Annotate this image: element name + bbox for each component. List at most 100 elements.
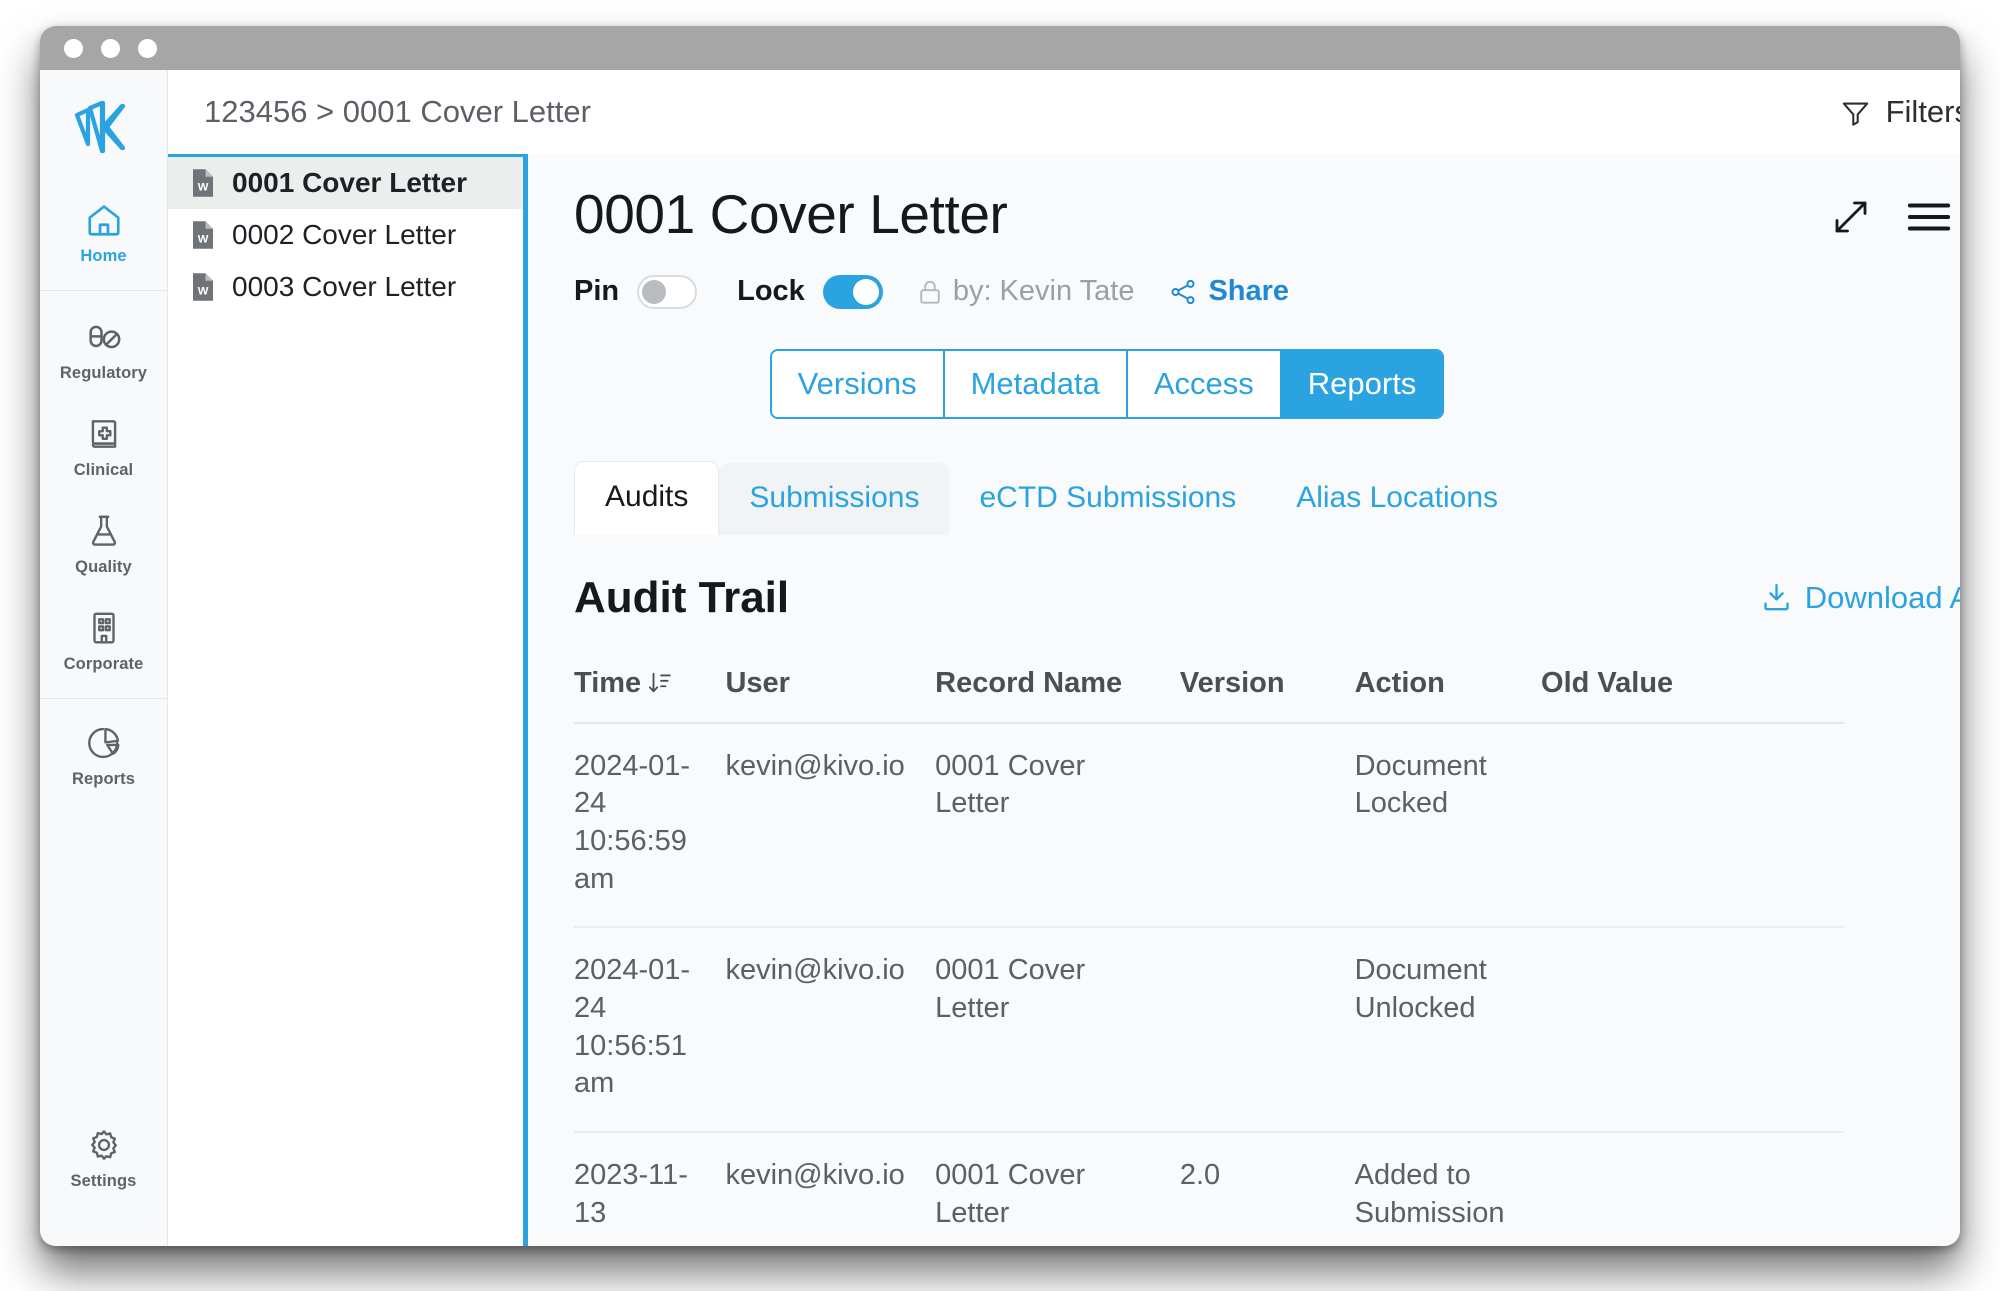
cell-time: 2023-11-13 (574, 1132, 726, 1246)
column-header-action[interactable]: Action (1354, 652, 1542, 724)
report-tabs: Audits Submissions eCTD Submissions Alia… (574, 460, 1960, 535)
sidebar-item-reports[interactable]: Reports (40, 707, 168, 804)
view-segmented-control: Versions Metadata Access Reports (574, 348, 1960, 419)
pin-toggle[interactable] (637, 274, 698, 309)
sidebar-item-corporate[interactable]: Corporate (40, 592, 168, 689)
table-row[interactable]: 2023-11-13 kevin@kivo.io 0001 Cover Lett… (574, 1132, 1844, 1246)
sidebar-item-label: Home (80, 247, 127, 265)
svg-text:W: W (198, 286, 209, 298)
column-header-time[interactable]: Time (574, 652, 726, 724)
window-minimize-button[interactable] (101, 38, 120, 58)
pin-label: Pin (574, 275, 620, 307)
app-window: Home Regulatory Clinical Quality Corpora… (40, 26, 1960, 1246)
share-button[interactable]: Share (1168, 275, 1289, 308)
table-row[interactable]: 2024-01-24 10:56:59 am kevin@kivo.io 000… (574, 722, 1844, 929)
cell-user: kevin@kivo.io (725, 1132, 936, 1246)
share-nodes-icon (1168, 277, 1198, 307)
list-item-label: 0001 Cover Letter (232, 167, 468, 198)
window-maximize-button[interactable] (138, 38, 157, 58)
kivo-logo[interactable] (67, 98, 141, 158)
cell-version (1179, 927, 1355, 1133)
tab-submissions[interactable]: Submissions (719, 462, 950, 535)
page-root: Home Regulatory Clinical Quality Corpora… (0, 0, 2000, 1291)
share-label: Share (1208, 275, 1290, 307)
segment-metadata[interactable]: Metadata (944, 350, 1128, 417)
segment-versions[interactable]: Versions (771, 350, 945, 417)
page-title: 0001 Cover Letter (574, 183, 1008, 245)
sidebar-divider (40, 698, 168, 699)
sidebar-item-quality[interactable]: Quality (40, 495, 168, 592)
document-list-panel: W 0001 Cover Letter W 0002 Cover Letter … (168, 154, 528, 1246)
cell-user: kevin@kivo.io (725, 927, 936, 1133)
column-header-user[interactable]: User (725, 652, 936, 724)
cell-version: 2.0 (1179, 1132, 1355, 1246)
locked-by: by: Kevin Tate (915, 275, 1135, 308)
column-header-record-name[interactable]: Record Name (935, 652, 1180, 724)
cell-time: 2024-01-24 10:56:59 am (574, 722, 726, 929)
audit-trail-table: Time User Record Name Version Action Old… (574, 652, 1844, 1246)
table-row[interactable]: 2024-01-24 10:56:51 am kevin@kivo.io 000… (574, 927, 1844, 1133)
sidebar-item-settings[interactable]: Settings (40, 1109, 168, 1206)
sidebar-nav: Home Regulatory Clinical Quality Corpora… (40, 70, 168, 1246)
sort-descending-icon[interactable] (647, 670, 673, 696)
cell-old-value (1541, 927, 1844, 1133)
medical-book-icon (85, 415, 123, 453)
filters-button[interactable]: Filters (1839, 94, 1960, 130)
tab-ectd-submissions[interactable]: eCTD Submissions (949, 463, 1266, 535)
audit-trail-header: Audit Trail Download A (574, 573, 1960, 623)
hamburger-menu-icon[interactable] (1906, 196, 1952, 238)
download-icon (1760, 581, 1793, 614)
funnel-icon (1839, 96, 1872, 129)
download-audit-log-button[interactable]: Download Audit L (1760, 580, 1960, 616)
segment-access[interactable]: Access (1127, 350, 1282, 417)
sidebar-item-label: Quality (75, 558, 132, 576)
gear-icon (85, 1126, 123, 1164)
cell-time: 2024-01-24 10:56:51 am (574, 927, 726, 1133)
word-document-icon: W (190, 168, 216, 198)
sidebar-item-home[interactable]: Home (40, 184, 168, 281)
sidebar-divider (40, 290, 168, 291)
column-header-old-value[interactable]: Old Value (1541, 652, 1844, 724)
flask-icon (85, 512, 123, 550)
lock-toggle[interactable] (822, 274, 883, 309)
tab-alias-locations[interactable]: Alias Locations (1266, 463, 1528, 535)
sidebar-item-label: Clinical (73, 461, 134, 479)
expand-arrows-icon[interactable] (1830, 196, 1872, 238)
column-header-version[interactable]: Version (1179, 652, 1355, 724)
locked-by-label: by: Kevin Tate (952, 275, 1135, 307)
breadcrumb[interactable]: 123456 > 0001 Cover Letter (204, 94, 591, 130)
cell-record-name: 0001 Cover Letter (935, 1132, 1180, 1246)
cell-old-value (1541, 1132, 1844, 1246)
tab-audits[interactable]: Audits (574, 460, 720, 535)
list-item[interactable]: W 0003 Cover Letter (168, 261, 523, 313)
detail-header: 0001 Cover Letter (574, 184, 1960, 245)
word-document-icon: W (190, 272, 216, 302)
svg-text:W: W (198, 234, 209, 246)
sidebar-item-clinical[interactable]: Clinical (40, 398, 168, 495)
list-item[interactable]: W 0001 Cover Letter (168, 157, 523, 209)
column-label: Time (574, 666, 642, 699)
cell-old-value (1541, 722, 1844, 929)
panes: W 0001 Cover Letter W 0002 Cover Letter … (168, 154, 1960, 1246)
cell-user: kevin@kivo.io (725, 722, 936, 929)
sidebar-item-regulatory[interactable]: Regulatory (40, 299, 168, 398)
list-item[interactable]: W 0002 Cover Letter (168, 209, 523, 261)
pie-chart-icon (85, 724, 123, 762)
building-icon (85, 609, 123, 647)
cell-record-name: 0001 Cover Letter (935, 722, 1180, 929)
lock-label: Lock (737, 275, 805, 307)
cell-action: Document Unlocked (1354, 927, 1542, 1133)
document-controls: Pin Lock by: Kevin Tate Share (574, 274, 1960, 309)
content-area: 123456 > 0001 Cover Letter Filters (168, 70, 1960, 1246)
lock-icon (915, 277, 945, 307)
segment-reports[interactable]: Reports (1281, 350, 1443, 417)
window-close-button[interactable] (64, 38, 83, 58)
pill-icon (84, 316, 124, 356)
filters-label: Filters (1885, 94, 1960, 129)
cell-action: Document Locked (1354, 722, 1542, 929)
sidebar-item-label: Regulatory (59, 364, 148, 382)
home-icon (85, 201, 123, 239)
detail-header-actions (1830, 184, 1952, 238)
window-titlebar (40, 26, 1960, 70)
list-item-label: 0003 Cover Letter (232, 271, 457, 302)
